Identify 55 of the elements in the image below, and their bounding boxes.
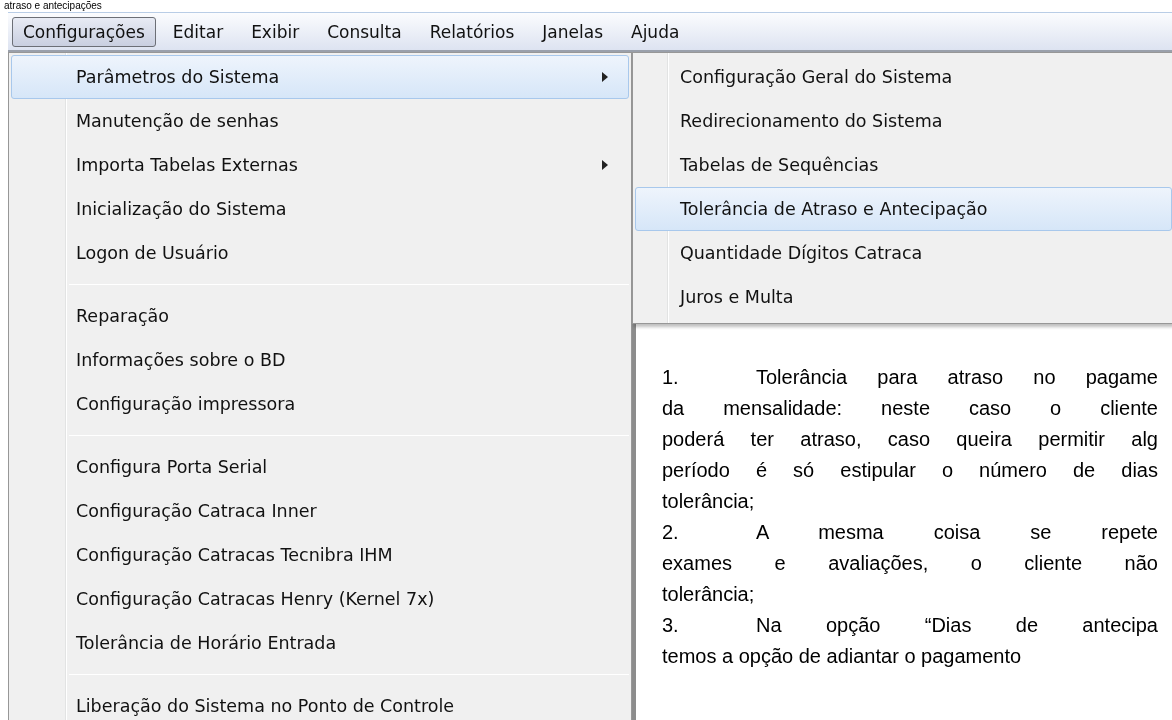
document-text-line: Na opção “Dias de antecipa — [756, 613, 1158, 638]
list-number: 1. — [662, 365, 680, 390]
menu-item[interactable]: Importa Tabelas Externas — [11, 143, 629, 187]
document-text-line: tolerância; — [662, 582, 756, 607]
list-number: 3. — [662, 613, 680, 638]
menu-bar-item[interactable]: Exibir — [240, 16, 311, 47]
menu-item-label: Parâmetros do Sistema — [76, 67, 280, 87]
menu-item[interactable]: Parâmetros do Sistema — [11, 55, 629, 99]
list-number: 2. — [662, 520, 680, 545]
menu-bar-item[interactable]: Editar — [161, 16, 235, 47]
menu-item-label: Informações sobre o BD — [76, 350, 286, 370]
menu-bar-item[interactable]: Configurações — [12, 16, 156, 47]
menu-item[interactable]: Configuração impressora — [11, 382, 629, 426]
menu-item[interactable]: Informações sobre o BD — [11, 338, 629, 382]
menu-item-label: Configuração impressora — [76, 394, 296, 414]
menu-bar-item[interactable]: Consulta — [316, 16, 413, 47]
submenu-item[interactable]: Juros e Multa — [635, 275, 1172, 319]
submenu-item[interactable]: Tabelas de Sequências — [635, 143, 1172, 187]
menu-bar-item[interactable]: Relatórios — [418, 16, 526, 47]
document-text-line: período é só estipular o número de dias — [662, 458, 1158, 483]
submenu-item[interactable]: Redirecionamento do Sistema — [635, 99, 1172, 143]
menu-item[interactable]: Configura Porta Serial — [11, 445, 629, 489]
document-text-line: poderá ter atraso, caso queira permitir alg — [662, 427, 1158, 452]
menu-item[interactable]: Manutenção de senhas — [11, 99, 629, 143]
menu-item-label: Reparação — [76, 306, 169, 326]
menu-item-label: Importa Tabelas Externas — [76, 155, 298, 175]
submenu-item[interactable]: Tolerância de Atraso e Antecipação — [635, 187, 1172, 231]
document-text-line: temos a opção de adiantar o pagamento — [662, 644, 1023, 669]
menu-item-label: Configuração Catracas Tecnibra IHM — [76, 545, 393, 565]
menu-bar-item[interactable]: Ajuda — [620, 16, 691, 47]
document-text-line: da mensalidade: neste caso o cliente — [662, 396, 1158, 421]
submenu-item[interactable]: Configuração Geral do Sistema — [635, 55, 1172, 99]
menu-item-label: Configuração Catracas Henry (Kernel 7x) — [76, 589, 435, 609]
menu-bar-item[interactable]: Janelas — [531, 16, 614, 47]
menu-item-label: Configura Porta Serial — [76, 457, 268, 477]
menu-item[interactable]: Inicialização do Sistema — [11, 187, 629, 231]
menu-item-label: Inicialização do Sistema — [76, 199, 287, 219]
menu-item-label: Logon de Usuário — [76, 243, 229, 263]
menu-item[interactable]: Liberação do Sistema no Ponto de Controle — [11, 684, 629, 720]
menu-item-label: Manutenção de senhas — [76, 111, 279, 131]
document-heading: atraso e antecipações — [3, 0, 103, 12]
menu-item-label: Configuração Catraca Inner — [76, 501, 317, 521]
menu-item[interactable]: Configuração Catraca Inner — [11, 489, 629, 533]
menu-item[interactable]: Reparação — [11, 294, 629, 338]
submenu-item[interactable]: Quantidade Dígitos Catraca — [635, 231, 1172, 275]
menu-item-label: Tolerância de Horário Entrada — [76, 633, 337, 653]
document-text-line: A mesma coisa se repete — [756, 520, 1158, 545]
menu-item[interactable]: Configuração Catracas Tecnibra IHM — [11, 533, 629, 577]
menu-item[interactable]: Tolerância de Horário Entrada — [11, 621, 629, 665]
menu-item[interactable]: Configuração Catracas Henry (Kernel 7x) — [11, 577, 629, 621]
document-text-line: Tolerância para atraso no pagame — [756, 365, 1158, 390]
document-text-line: tolerância; — [662, 489, 756, 514]
menu-item[interactable]: Logon de Usuário — [11, 231, 629, 275]
menu-item-label: Liberação do Sistema no Ponto de Controle — [76, 696, 455, 716]
document-text-line: exames e avaliações, o cliente não — [662, 551, 1158, 576]
